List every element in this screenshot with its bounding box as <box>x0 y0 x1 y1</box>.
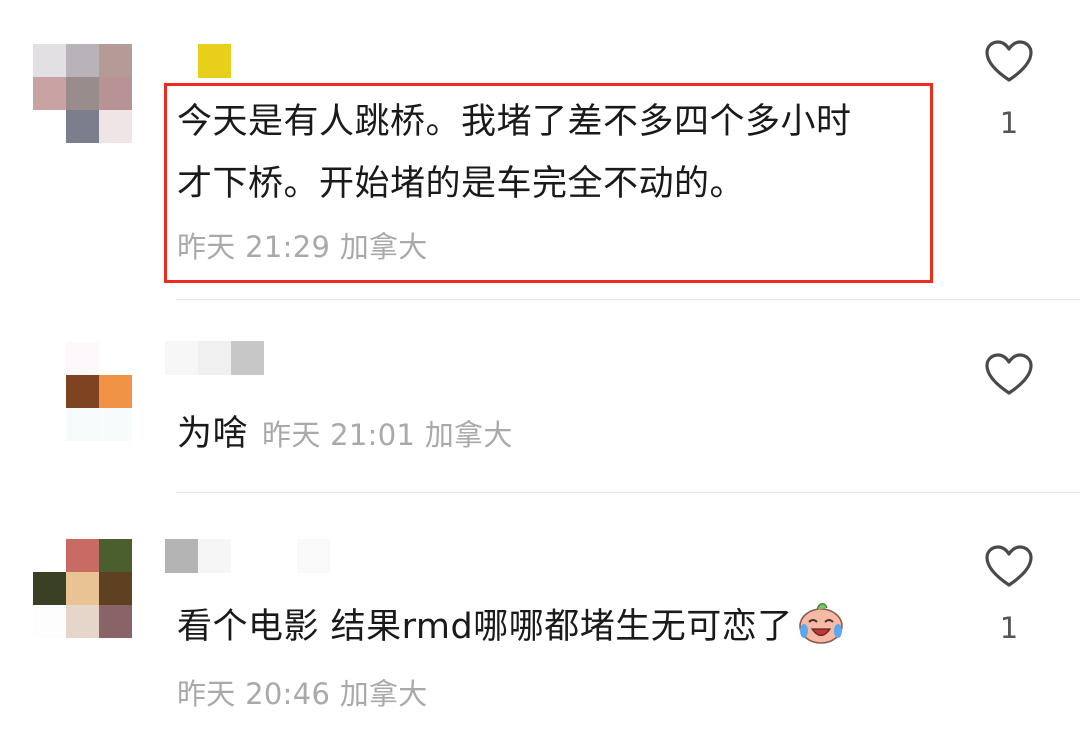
comment-text-line: 今天是有人跳桥。我堵了差不多四个多小时 <box>177 102 852 142</box>
heart-outline-icon[interactable] <box>985 40 1033 84</box>
comment-meta: 昨天 21:01 加拿大 <box>262 418 513 452</box>
like-button[interactable]: 1 <box>982 40 1036 140</box>
divider <box>176 492 1080 493</box>
avatar[interactable] <box>33 539 132 638</box>
heart-outline-icon[interactable] <box>985 545 1033 589</box>
divider <box>176 299 1080 300</box>
like-button[interactable]: 1 <box>982 545 1036 645</box>
comment-text: 看个电影 结果rmd哪哪都堵生无可恋了 <box>177 596 845 658</box>
avatar[interactable] <box>66 342 165 441</box>
like-count: 1 <box>999 106 1019 140</box>
comment-text-line: 才下桥。开始堵的是车完全不动的。 <box>177 164 746 204</box>
username[interactable] <box>165 539 330 573</box>
crying-laughing-emoji-icon <box>798 603 843 644</box>
like-count: 1 <box>999 611 1019 645</box>
comment-text-line: 看个电影 结果rmd哪哪都堵生无可恋了 <box>177 607 793 647</box>
like-button[interactable] <box>982 353 1036 397</box>
username[interactable] <box>198 44 231 78</box>
avatar[interactable] <box>33 44 132 143</box>
comment-text-line: 为啥 <box>177 414 249 454</box>
comment-text: 今天是有人跳桥。我堵了差不多四个多小时 才下桥。开始堵的是车完全不动的。 <box>177 91 852 215</box>
username[interactable] <box>165 341 264 375</box>
heart-outline-icon[interactable] <box>985 353 1033 397</box>
comment-meta: 昨天 21:29 加拿大 <box>177 230 428 264</box>
comment-meta: 昨天 20:46 加拿大 <box>177 677 428 711</box>
comment-text: 为啥 昨天 21:01 加拿大 <box>177 403 513 466</box>
